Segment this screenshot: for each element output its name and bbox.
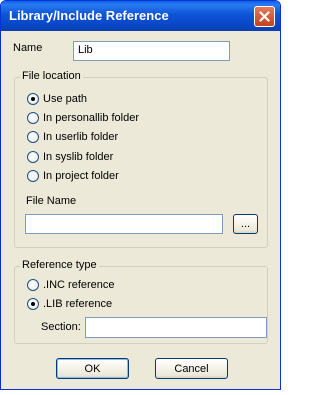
- radio-button[interactable]: [27, 93, 39, 105]
- title-bar[interactable]: Library/Include Reference: [1, 1, 280, 31]
- radio-button[interactable]: [27, 112, 39, 124]
- file-location-legend: File location: [20, 70, 83, 82]
- radio-button[interactable]: [27, 131, 39, 143]
- radio-lib-reference[interactable]: .LIB reference: [27, 297, 112, 311]
- section-label: Section:: [41, 321, 81, 333]
- radio-label: In userlib folder: [43, 131, 119, 143]
- name-input[interactable]: Lib: [73, 41, 230, 61]
- section-input[interactable]: [85, 317, 267, 338]
- radio-project-folder[interactable]: In project folder: [27, 169, 119, 183]
- radio-syslib-folder[interactable]: In syslib folder: [27, 150, 113, 164]
- file-name-label: File Name: [26, 195, 77, 207]
- close-icon: [259, 11, 270, 22]
- radio-label: In project folder: [43, 170, 119, 182]
- radio-button[interactable]: [27, 170, 39, 182]
- radio-button[interactable]: [27, 279, 39, 291]
- radio-use-path[interactable]: Use path: [27, 92, 87, 106]
- reference-type-legend: Reference type: [20, 259, 99, 271]
- close-button[interactable]: [254, 6, 275, 27]
- browse-button[interactable]: ...: [233, 214, 258, 234]
- cancel-button[interactable]: Cancel: [155, 358, 228, 379]
- radio-label: .LIB reference: [43, 298, 113, 310]
- dialog-title: Library/Include Reference: [9, 8, 169, 23]
- radio-label: In personallib folder: [43, 112, 140, 124]
- radio-label: In syslib folder: [43, 151, 114, 163]
- radio-selected-dot: [31, 302, 35, 306]
- radio-userlib-folder[interactable]: In userlib folder: [27, 130, 118, 144]
- dialog-window: Library/Include Reference Name Lib File …: [0, 0, 281, 390]
- background-strip: [0, 390, 281, 395]
- name-label: Name: [13, 42, 43, 54]
- radio-inc-reference[interactable]: .INC reference: [27, 278, 115, 292]
- radio-label: Use path: [43, 93, 88, 105]
- radio-label: .INC reference: [43, 279, 115, 291]
- radio-button[interactable]: [27, 151, 39, 163]
- file-name-input[interactable]: [25, 214, 223, 234]
- radio-personallib-folder[interactable]: In personallib folder: [27, 111, 139, 125]
- ok-button[interactable]: OK: [56, 358, 129, 379]
- radio-button[interactable]: [27, 298, 39, 310]
- radio-selected-dot: [31, 97, 35, 101]
